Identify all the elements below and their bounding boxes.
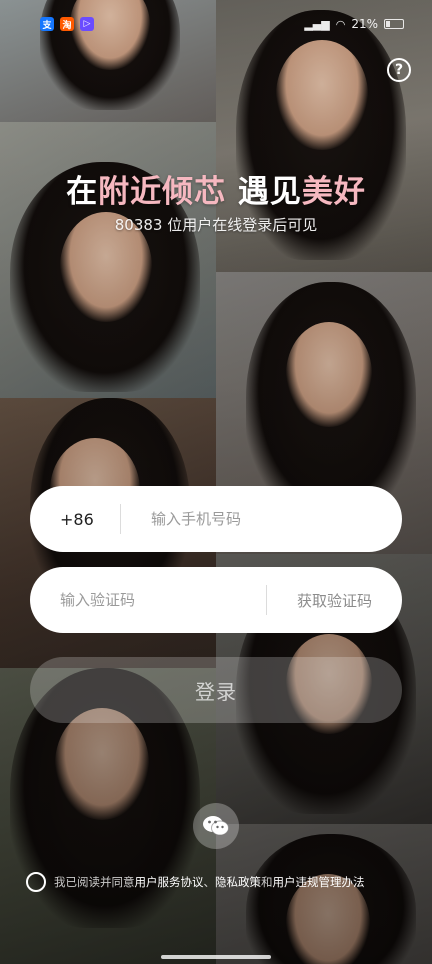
wechat-login-button[interactable]: [193, 803, 239, 849]
violation-rules-link[interactable]: 用户违规管理办法: [273, 874, 365, 890]
battery-icon: [384, 19, 404, 29]
phone-field: +86: [30, 486, 402, 552]
battery-level: 21%: [351, 17, 378, 31]
login-button[interactable]: 登录: [30, 657, 402, 723]
get-code-button[interactable]: 获取验证码: [267, 590, 402, 611]
taobao-icon: 淘: [60, 17, 74, 31]
agreement-separator: 、: [203, 875, 216, 889]
alipay-icon: 支: [40, 17, 54, 31]
headline-text-1: 在: [66, 174, 99, 210]
privacy-policy-link[interactable]: 隐私政策: [215, 874, 261, 890]
headline-accent-2: 美好: [301, 174, 366, 210]
verification-code-field: 获取验证码: [30, 567, 402, 633]
headline-text-2: 遇见: [226, 174, 302, 210]
agreement-row: 我已阅读并同意 用户服务协议 、 隐私政策 和 用户违规管理办法: [26, 872, 416, 892]
page-headline: 在附近倾芯 遇见美好: [0, 166, 432, 211]
verification-code-input[interactable]: [30, 591, 266, 609]
country-code-selector[interactable]: +86: [30, 510, 120, 529]
signal-icon: ▂▄▆: [304, 17, 330, 31]
home-indicator[interactable]: [161, 955, 271, 959]
wifi-icon: ◠: [335, 17, 346, 31]
phone-input[interactable]: [121, 510, 402, 528]
agreement-separator: 和: [261, 875, 273, 889]
status-bar: 支 淘 ▷ ▂▄▆ ◠ 21%: [0, 0, 432, 48]
agree-checkbox[interactable]: [26, 872, 46, 892]
online-users-count: 80383 位用户在线登录后可见: [114, 216, 318, 234]
wechat-icon: [203, 816, 229, 836]
headline-accent-1: 附近倾芯: [98, 174, 227, 210]
agreement-prefix: 我已阅读并同意: [54, 875, 135, 889]
help-button[interactable]: ?: [387, 58, 411, 82]
video-app-icon: ▷: [80, 17, 94, 31]
user-service-agreement-link[interactable]: 用户服务协议: [135, 874, 204, 890]
